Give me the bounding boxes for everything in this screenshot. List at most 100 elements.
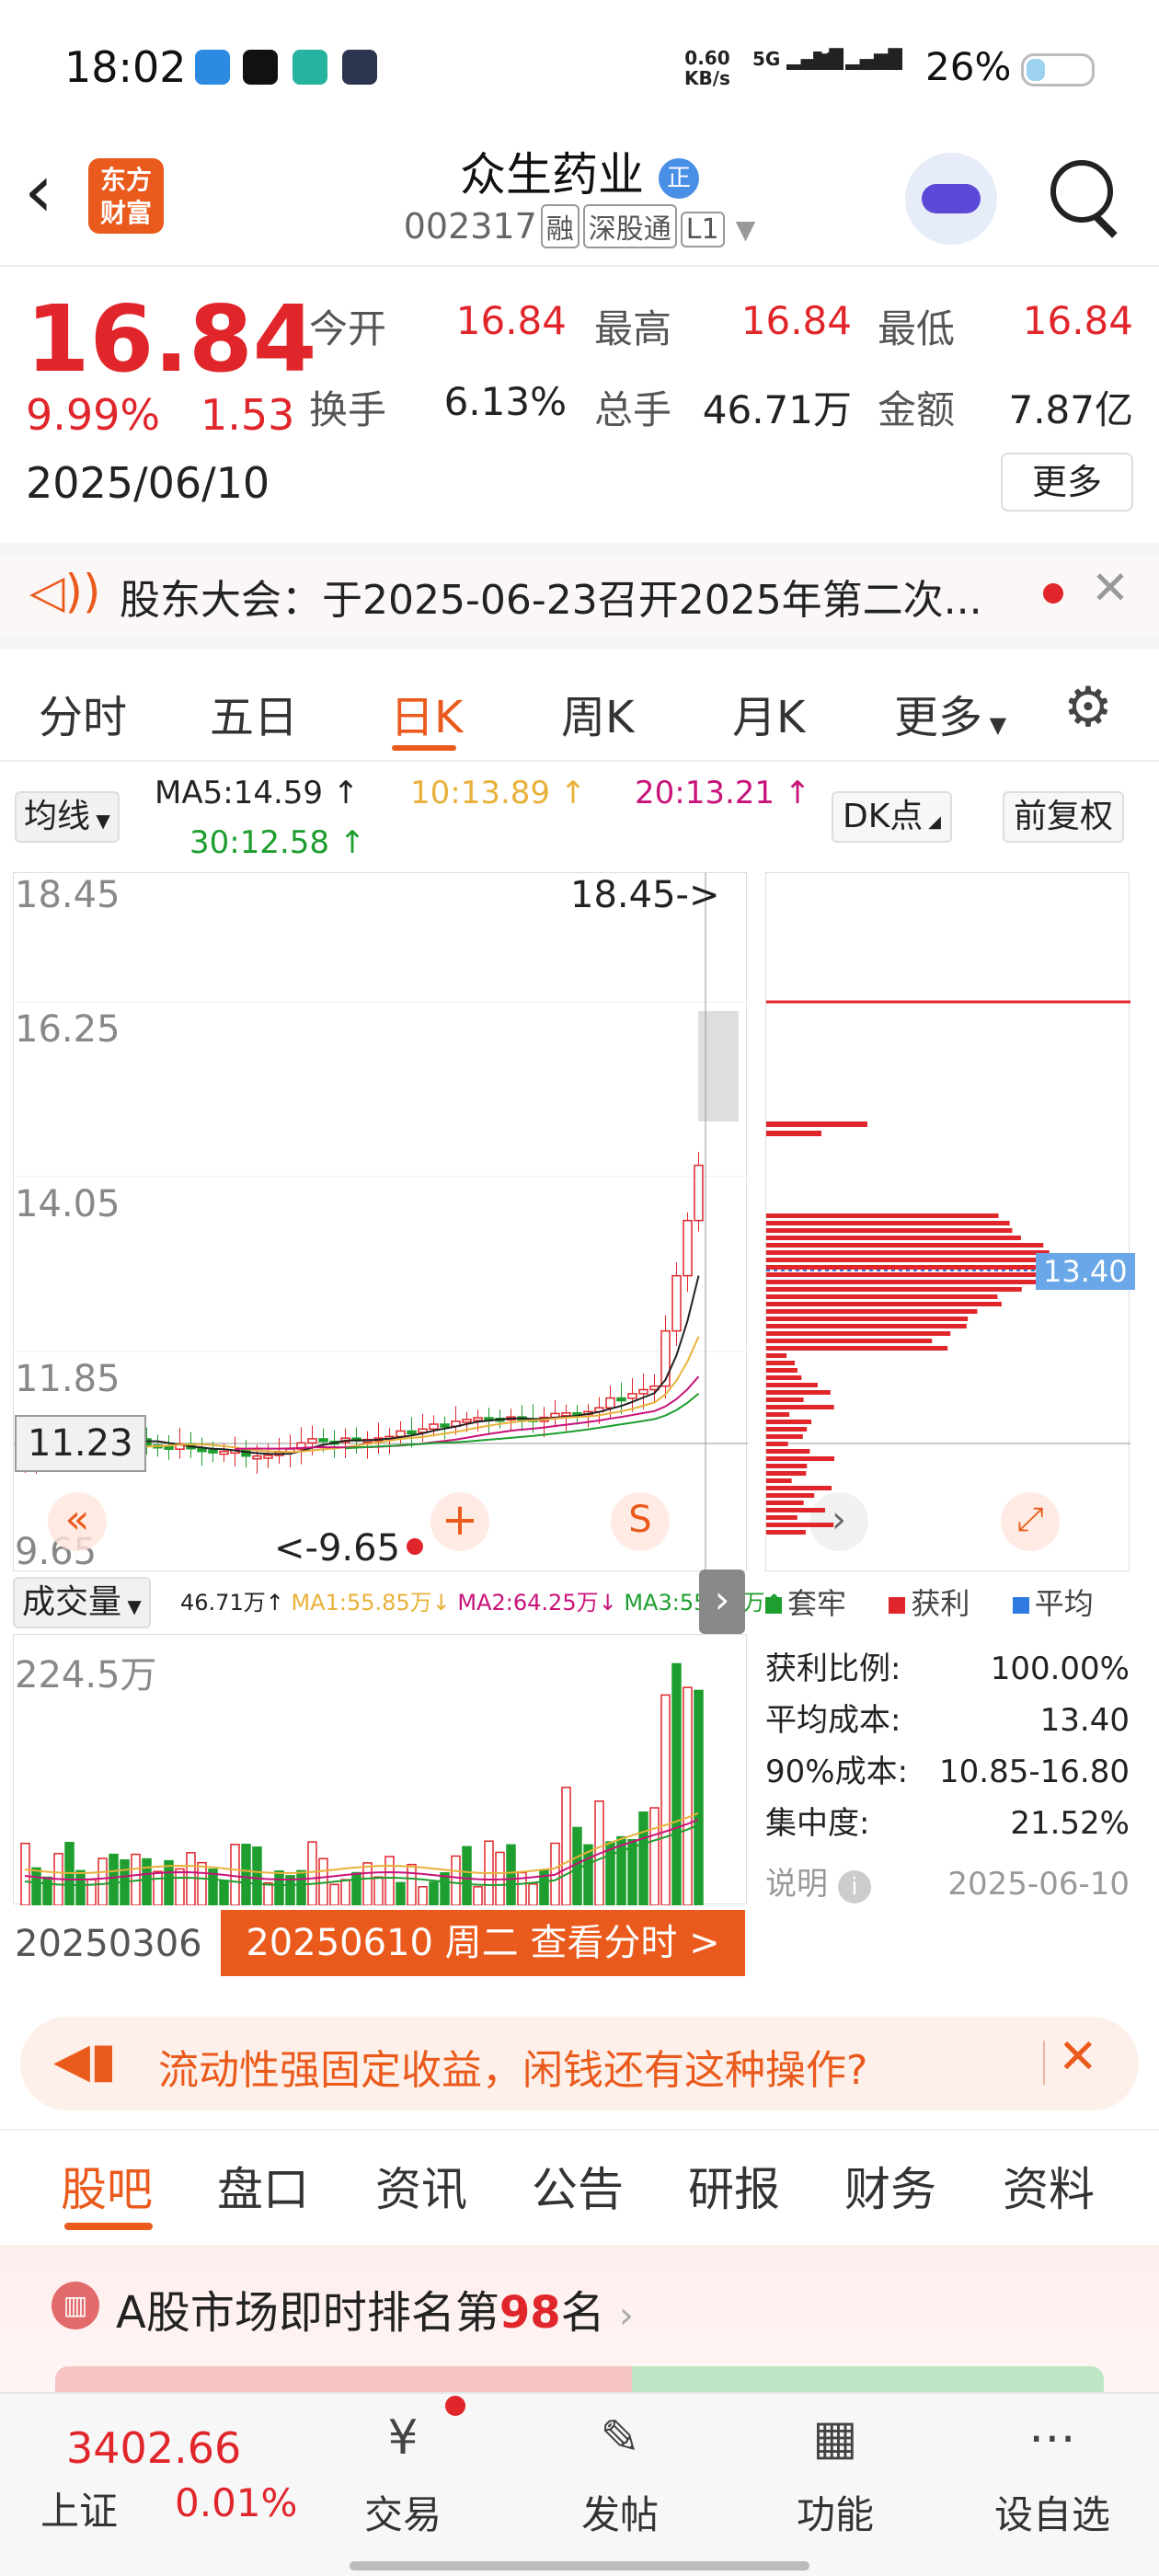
chip-bar (766, 1449, 810, 1454)
close-icon[interactable]: ✕ (1091, 561, 1130, 615)
ma30-value: 30:12.58 ↑ (189, 824, 366, 861)
tab-more-label: 更多 (894, 692, 983, 743)
volume-bar (142, 1857, 152, 1906)
chip-bar (766, 1250, 1050, 1255)
chip-bar (766, 1420, 812, 1424)
tab-intraday[interactable]: 分时 (39, 681, 127, 745)
stock-name: 众生药业 (460, 148, 645, 201)
tab-weekly-k[interactable]: 周K (561, 681, 634, 745)
tab-announcements[interactable]: 公告 (532, 2153, 624, 2219)
volume-legend: 46.71万↑ MA1:55.85万↓ MA2:64.25万↓ MA3:55.0… (180, 1584, 784, 1616)
volume-bar (307, 1841, 317, 1906)
megaphone-icon: ◀▮ (53, 2033, 117, 2088)
turnover-value: 6.13% (443, 379, 567, 424)
dk-point-button[interactable]: DK点 ◢ (832, 791, 952, 843)
candle-body (396, 1430, 406, 1438)
robot-avatar-icon[interactable] (905, 153, 997, 245)
chip-bar (766, 1464, 808, 1468)
edit-icon[interactable]: ✎ (583, 2410, 657, 2475)
chip-bar (766, 1121, 867, 1127)
ad-text[interactable]: 流动性强固定收益，闲钱还有这种操作? (158, 2037, 867, 2096)
ranking-text[interactable]: A股市场即时排名第98名 › (116, 2276, 634, 2340)
volume-bar (528, 1883, 538, 1906)
tab-order-book[interactable]: 盘口 (217, 2153, 309, 2219)
chip-distribution[interactable] (765, 872, 1130, 1571)
more-icon[interactable]: ⋯ (1016, 2410, 1089, 2475)
chip-bar (766, 1272, 1038, 1277)
grid-icon[interactable]: ▦ (798, 2410, 872, 2475)
zoom-in-button[interactable]: + (430, 1492, 489, 1551)
volume-bar (506, 1844, 516, 1906)
tab-monthly-k[interactable]: 月K (732, 681, 805, 745)
current-price: 16.84 (26, 285, 317, 393)
chip-svg (766, 1000, 1130, 1535)
active-tab-indicator (392, 745, 456, 751)
nav-functions[interactable]: 功能 (762, 2484, 909, 2540)
open-value: 16.84 (455, 298, 567, 343)
tiktok-icon (243, 50, 278, 85)
index-change[interactable]: 0.01% (175, 2480, 297, 2525)
open-label: 今开 (309, 306, 387, 351)
concentration-label: 集中度: (765, 1805, 870, 1842)
quote-date: 2025/06/10 (26, 458, 270, 508)
chip-note[interactable]: 说明 i 2025-06-10 (765, 1858, 1130, 1910)
ad-close-icon[interactable]: ✕ (1058, 2030, 1098, 2085)
ranking-icon: ▥ (52, 2282, 99, 2329)
gear-icon[interactable]: ⚙ (1063, 675, 1113, 740)
expand-chip-button[interactable]: › (699, 1570, 745, 1634)
chip-bar (766, 1302, 1002, 1306)
volume-bar (671, 1662, 682, 1906)
tab-five-day[interactable]: 五日 (210, 681, 298, 745)
adjust-button[interactable]: 前复权 (1003, 791, 1125, 843)
index-name[interactable]: 上证 (40, 2480, 118, 2536)
tab-research[interactable]: 研报 (688, 2153, 780, 2219)
candle-body (252, 1455, 262, 1460)
ma5-value: MA5:14.59 ↑ (155, 775, 360, 811)
tab-daily-k[interactable]: 日K (390, 681, 463, 745)
index-value[interactable]: 3402.66 (66, 2423, 241, 2473)
tab-guba[interactable]: 股吧 (61, 2153, 153, 2219)
tab-more[interactable]: 更多 ▼ (894, 681, 1006, 745)
candle-body (627, 1393, 637, 1399)
volume-bar (694, 1689, 704, 1906)
unread-dot (1043, 583, 1063, 604)
ma-selector[interactable]: 均线 ▼ (15, 791, 120, 843)
clock: 18:02 (64, 42, 187, 92)
volume-selector[interactable]: 成交量 ▼ (13, 1577, 151, 1628)
chip-bar (766, 1397, 804, 1402)
wifi-icon: ◠ (866, 44, 901, 89)
candle-body (671, 1274, 682, 1332)
legend-trapped: 套牢 (787, 1586, 847, 1621)
tab-finance[interactable]: 财务 (844, 2153, 936, 2219)
candle-body (219, 1450, 229, 1455)
scroll-left-button[interactable]: « (48, 1492, 107, 1551)
nav-post[interactable]: 发帖 (546, 2484, 694, 2540)
verified-badge: 正 (658, 157, 699, 199)
notice-text[interactable]: 股东大会：于2025-06-23召开2025年第二次... (120, 567, 1003, 626)
draw-tool-button[interactable]: S (611, 1492, 670, 1551)
volume-bar (473, 1886, 483, 1906)
chip-bar (766, 1442, 788, 1446)
search-icon[interactable] (1050, 160, 1113, 223)
chip-bar (766, 1317, 969, 1321)
info-icon[interactable]: i (837, 1870, 871, 1903)
nav-trade[interactable]: 交易 (329, 2484, 476, 2540)
more-quote-button[interactable]: 更多 (1001, 453, 1133, 512)
tab-profile[interactable]: 资料 (1003, 2153, 1095, 2219)
chip-bar (766, 1287, 1022, 1292)
tab-news[interactable]: 资讯 (375, 2153, 467, 2219)
chip-bar (766, 1236, 1021, 1240)
volume-bar (329, 1883, 339, 1906)
nav-add-watchlist[interactable]: 设自选 (979, 2484, 1126, 2540)
dk-point-label: DK点 (843, 798, 924, 835)
ma5-line (69, 1275, 700, 1457)
volume-bar (418, 1886, 428, 1906)
trade-icon[interactable]: ¥ (366, 2410, 440, 2475)
volume-bar (396, 1881, 406, 1906)
chip-bar (766, 1346, 948, 1351)
note-label: 说明 (765, 1866, 828, 1903)
amount-value: 7.87亿 (1008, 387, 1133, 432)
cost-90-value: 10.85-16.80 (939, 1754, 1130, 1790)
chip-legend: 套牢 获利 平均 (765, 1581, 1094, 1623)
view-intraday-button[interactable]: 20250610 周二 查看分时 > (221, 1910, 745, 1976)
